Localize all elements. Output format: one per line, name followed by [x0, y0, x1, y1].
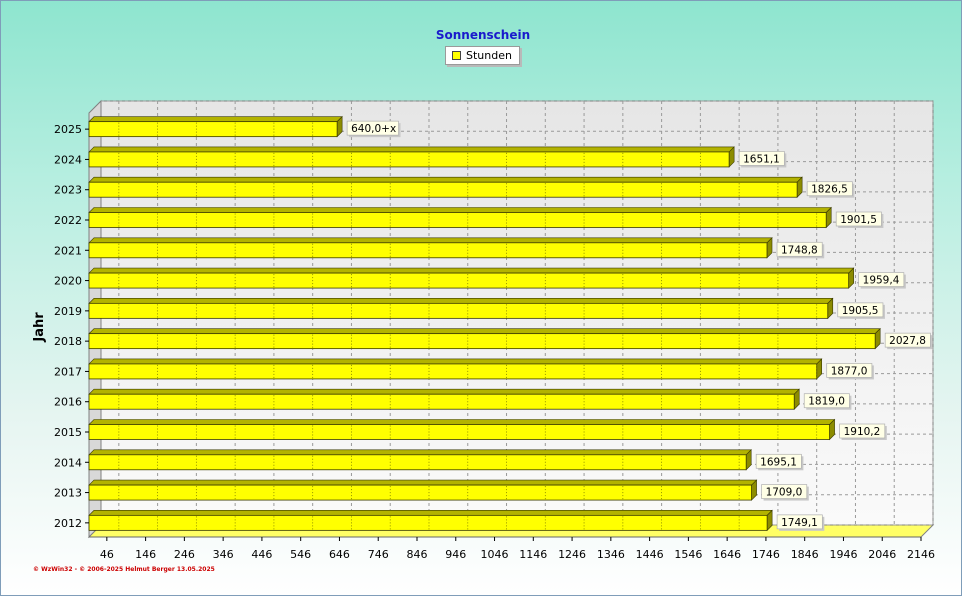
x-tick-label: 246 — [174, 548, 195, 561]
bar — [88, 333, 876, 350]
data-label: 1905,5 — [842, 305, 879, 317]
y-tick-label: 2019 — [54, 305, 82, 318]
data-label: 2027,8 — [889, 335, 926, 347]
x-tick-label: 1446 — [636, 548, 664, 561]
x-tick-label: 1846 — [791, 548, 819, 561]
y-tick-label: 2024 — [54, 153, 82, 166]
y-axis-label: Jahr — [32, 312, 47, 343]
bar-top — [88, 298, 834, 304]
x-tick-label: 46 — [100, 548, 114, 561]
bar-top — [88, 479, 758, 486]
x-tick-label: 2146 — [907, 548, 935, 561]
x-tick-label: 1546 — [674, 548, 702, 561]
data-label: 1709,0 — [766, 487, 803, 499]
y-tick-label: 2013 — [54, 487, 82, 500]
data-label: 1749,1 — [781, 517, 818, 529]
data-label: 1695,1 — [760, 456, 797, 468]
data-label: 640,0+x — [351, 123, 396, 135]
x-tick-label: 1046 — [481, 548, 509, 561]
bar — [88, 393, 795, 410]
data-label: 1826,5 — [811, 184, 848, 196]
bar — [88, 121, 338, 138]
chart-frame: Sonnenschein 1749,1 2012 1709,0 2013 1695,1 2… — [0, 0, 962, 596]
legend-label-stunden: Stunden — [466, 49, 512, 62]
bar-top — [88, 419, 836, 425]
bar — [88, 514, 768, 531]
x-tick-label: 346 — [213, 548, 234, 561]
x-tick-label: 2046 — [868, 548, 896, 561]
copyright-text: © WzWin32 - © 2006-2025 Helmut Berger 13… — [33, 566, 215, 573]
x-tick-label: 1946 — [829, 548, 857, 561]
y-tick-label: 2012 — [54, 517, 82, 530]
bar — [88, 151, 730, 168]
y-tick-label: 2014 — [54, 456, 82, 469]
y-tick-label: 2022 — [54, 214, 82, 227]
x-tick-label: 1346 — [597, 548, 625, 561]
bar — [88, 181, 798, 198]
bar — [88, 302, 829, 319]
y-tick-label: 2023 — [54, 184, 82, 197]
data-label: 1651,1 — [743, 153, 780, 165]
bar-top — [88, 267, 855, 274]
bar-top — [88, 116, 343, 122]
legend-swatch-stunden — [452, 51, 461, 60]
chart-title: Sonnenschein — [436, 28, 530, 42]
bar — [88, 272, 850, 289]
y-tick-label: 2018 — [54, 335, 82, 348]
bar-top — [88, 146, 735, 153]
y-tick-label: 2020 — [54, 275, 82, 288]
bar — [88, 424, 830, 440]
x-tick-label: 146 — [135, 548, 156, 561]
x-tick-label: 1146 — [519, 548, 547, 561]
bar-top — [88, 449, 752, 456]
data-label: 1819,0 — [808, 396, 845, 408]
bar — [88, 484, 752, 501]
x-tick-label: 946 — [445, 548, 466, 561]
bar-top — [88, 510, 773, 516]
x-tick-label: 546 — [290, 548, 311, 561]
bar-top — [88, 388, 800, 395]
data-label: 1901,5 — [840, 214, 877, 226]
bar-top — [88, 176, 803, 183]
chart-canvas: Sonnenschein 1749,1 2012 1709,0 2013 1695,1 2… — [32, 28, 935, 561]
x-tick-label: 846 — [406, 548, 427, 561]
bar-top — [88, 237, 773, 244]
legend: Stunden — [445, 46, 520, 65]
x-tick-label: 746 — [368, 548, 389, 561]
x-tick-label: 1646 — [713, 548, 741, 561]
bar — [88, 242, 768, 259]
x-tick-label: 1246 — [558, 548, 586, 561]
x-tick-label: 446 — [251, 548, 272, 561]
data-label: 1959,4 — [863, 275, 900, 287]
bar — [88, 212, 827, 228]
y-tick-label: 2025 — [54, 123, 82, 136]
bar-top — [88, 358, 823, 365]
plot-area: 1749,1 2012 1709,0 2013 1695,1 2014 1910,2 2015… — [54, 99, 935, 561]
bar — [88, 363, 818, 380]
data-label: 1910,2 — [844, 426, 881, 438]
bar — [88, 454, 747, 471]
x-tick-label: 646 — [329, 548, 350, 561]
data-label: 1748,8 — [781, 244, 818, 256]
data-label: 1877,0 — [831, 365, 868, 377]
bar-top — [88, 207, 832, 213]
y-tick-label: 2021 — [54, 244, 82, 257]
bar-top — [88, 328, 881, 334]
y-tick-label: 2016 — [54, 396, 82, 409]
y-tick-label: 2017 — [54, 365, 82, 378]
y-tick-label: 2015 — [54, 426, 82, 439]
x-tick-label: 1746 — [752, 548, 780, 561]
